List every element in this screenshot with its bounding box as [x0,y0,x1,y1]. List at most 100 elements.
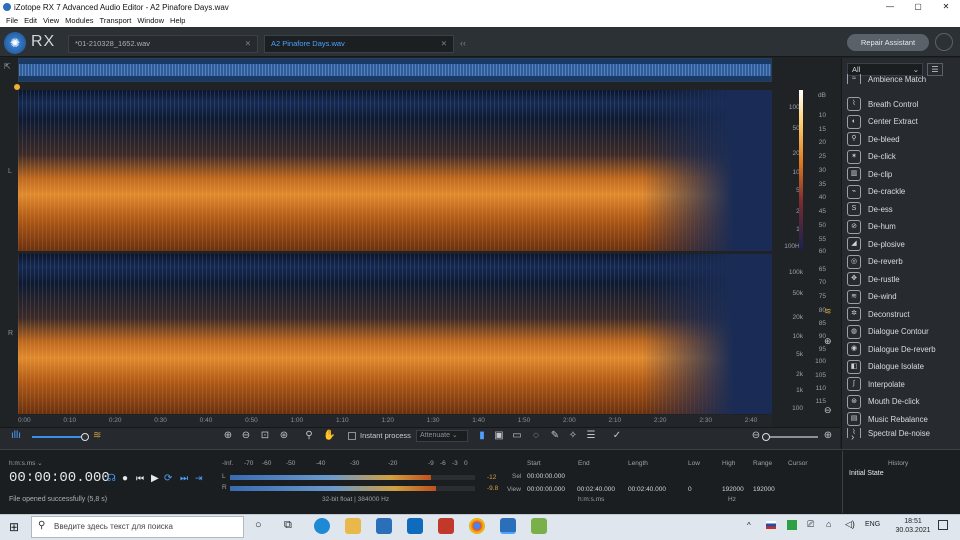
play-selection-icon[interactable]: ⏭ [180,473,188,484]
collapse-overview-icon[interactable]: ⇱ [4,62,11,71]
file-explorer-icon[interactable] [345,518,361,534]
play-icon[interactable]: ▶ [151,473,159,484]
module-item-de-crackle[interactable]: ⌁ De-crackle [847,183,957,200]
taskbar-clock[interactable]: 18:51 30.03.2021 [893,517,933,535]
help-icon[interactable] [935,33,953,51]
maximize-button[interactable]: ▢ [904,0,932,14]
repair-assistant-button[interactable]: Repair Assistant [847,34,929,51]
app-tray-icon[interactable] [787,520,797,530]
skip-back-icon[interactable]: ⏮ [136,473,144,484]
view-length-value[interactable]: 00:02:40.000 [628,486,666,493]
module-item-de-ess[interactable]: S De-ess [847,201,957,218]
tab-file-2[interactable]: A2 Pinafore Days.wav ✕ [264,35,454,53]
zoom-in-vertical-icon[interactable]: ⊕ [824,336,832,347]
lasso-icon[interactable]: ◌ [530,430,542,442]
module-item-de-bleed[interactable]: ⚲ De-bleed [847,131,957,148]
record-button-icon[interactable]: ● [122,473,128,484]
mail-icon[interactable] [407,518,423,534]
time-format-dropdown[interactable]: h:m:s.ms ⌄ [9,459,43,467]
pencil-icon[interactable]: ✓ [611,430,623,442]
module-item-de-reverb[interactable]: ◎ De-reverb [847,253,957,270]
flag-icon[interactable] [766,521,776,529]
view-end-value[interactable]: 00:02:40.000 [577,486,615,493]
office-icon[interactable] [438,518,454,534]
checkbox-box[interactable] [348,432,356,441]
module-item-center-extract[interactable]: ◐ Center Extract [847,113,957,130]
app-taskbar-icon[interactable] [531,518,547,534]
vertical-zoom-slider[interactable] [764,436,818,438]
module-item-dialogue-contour[interactable]: ◍ Dialogue Contour [847,323,957,340]
store-icon[interactable] [376,518,392,534]
task-view-icon[interactable]: ⧉ [284,519,292,532]
loop-icon[interactable]: ⟳ [164,473,172,484]
view-low-value[interactable]: 0 [688,486,692,493]
menu-transport[interactable]: Transport [100,16,132,25]
instant-process-checkbox[interactable]: Instant process [348,431,411,441]
vertical-slider-handle[interactable] [762,433,770,441]
view-range-value[interactable]: 192000 [753,486,775,493]
close-button[interactable]: ✕ [932,0,960,14]
module-item-dialogue-isolate[interactable]: ◧ Dialogue Isolate [847,358,957,375]
chevron-right-icon[interactable]: › [851,432,854,443]
module-item-spectral-de-noise[interactable]: ⌇ Spectral De-noise [847,428,957,438]
menu-edit[interactable]: Edit [24,16,37,25]
frequency-selection-icon[interactable]: ▭ [511,430,523,442]
zoom-out-horizontal-icon[interactable]: ⊖ [750,430,762,442]
chrome-icon[interactable] [469,518,485,534]
volume-icon[interactable]: ◁) [845,519,855,530]
windows-start-icon[interactable]: ⊞ [9,520,19,534]
sel-start-value[interactable]: 00:00:00.000 [527,473,565,480]
magnify-icon[interactable]: ⚲ [303,430,315,442]
attenuate-dropdown[interactable]: Attenuate ⌄ [416,430,468,442]
network-icon[interactable]: ⌂ [826,519,831,529]
spectrogram-left[interactable] [18,90,772,251]
module-item-deconstruct[interactable]: ✲ Deconstruct [847,306,957,323]
follow-playhead-icon[interactable]: ⇥ [195,473,203,484]
module-item-breath-control[interactable]: ⌇ Breath Control [847,96,957,113]
module-item-de-click[interactable]: ✶ De-click [847,148,957,165]
module-item-mouth-de-click[interactable]: ⊛ Mouth De-click [847,393,957,410]
zoom-all-icon[interactable]: ⊛ [278,430,290,442]
module-item-de-plosive[interactable]: ◢ De-plosive [847,236,957,253]
close-tab-icon[interactable]: ✕ [441,36,447,52]
time-frequency-selection-icon[interactable]: ▣ [493,430,505,442]
module-item-interpolate[interactable]: ∫ Interpolate [847,376,957,393]
zoom-in-horizontal-icon[interactable]: ⊕ [822,430,834,442]
zoom-out-vertical-icon[interactable]: ⊖ [824,405,832,416]
waveform-overview[interactable] [18,58,772,82]
headphones-icon[interactable]: ☊ [107,473,116,484]
module-item-de-wind[interactable]: ≋ De-wind [847,288,957,305]
module-item-dialogue-de-reverb[interactable]: ◉ Dialogue De-reverb [847,341,957,358]
time-selection-icon[interactable]: ▮ [476,430,488,442]
menu-view[interactable]: View [43,16,59,25]
module-item-de-rustle[interactable]: ✥ De-rustle [847,271,957,288]
tray-chevron-icon[interactable]: ^ [747,521,751,530]
taskbar-search-input[interactable]: Введите здесь текст для поиска [31,516,244,538]
spectrogram-right[interactable] [18,254,772,414]
zoom-out-icon[interactable]: ⊖ [240,430,252,442]
camera-icon[interactable]: ⎚ [807,519,814,530]
menu-modules[interactable]: Modules [65,16,93,25]
history-item[interactable]: Initial State [849,470,884,477]
edge-icon[interactable] [314,518,330,534]
cortana-icon[interactable]: ○ [255,519,262,531]
horizontal-zoom-slider[interactable] [32,436,86,438]
menu-window[interactable]: Window [137,16,164,25]
minimize-button[interactable]: — [876,0,904,14]
module-item-music-rebalance[interactable]: ▤ Music Rebalance [847,411,957,428]
module-item-ambience-match[interactable]: ≈ Ambience Match [847,74,957,84]
hand-tool-icon[interactable]: ✋ [323,430,335,442]
magic-wand-icon[interactable]: ✧ [567,430,579,442]
menu-file[interactable]: File [6,16,18,25]
zoom-in-icon[interactable]: ⊕ [222,430,234,442]
brush-icon[interactable]: ✎ [549,430,561,442]
module-item-de-clip[interactable]: ▥ De-clip [847,166,957,183]
view-high-value[interactable]: 192000 [722,486,744,493]
zoom-slider-handle[interactable] [81,433,89,441]
menu-help[interactable]: Help [170,16,185,25]
tab-scroll-icon[interactable]: ‹‹ [460,38,466,48]
izotope-rx-taskbar-icon[interactable] [500,518,516,534]
notifications-icon[interactable] [938,520,948,530]
view-start-value[interactable]: 00:00:00.000 [527,486,565,493]
harmonic-selection-icon[interactable]: ☰ [585,430,597,442]
